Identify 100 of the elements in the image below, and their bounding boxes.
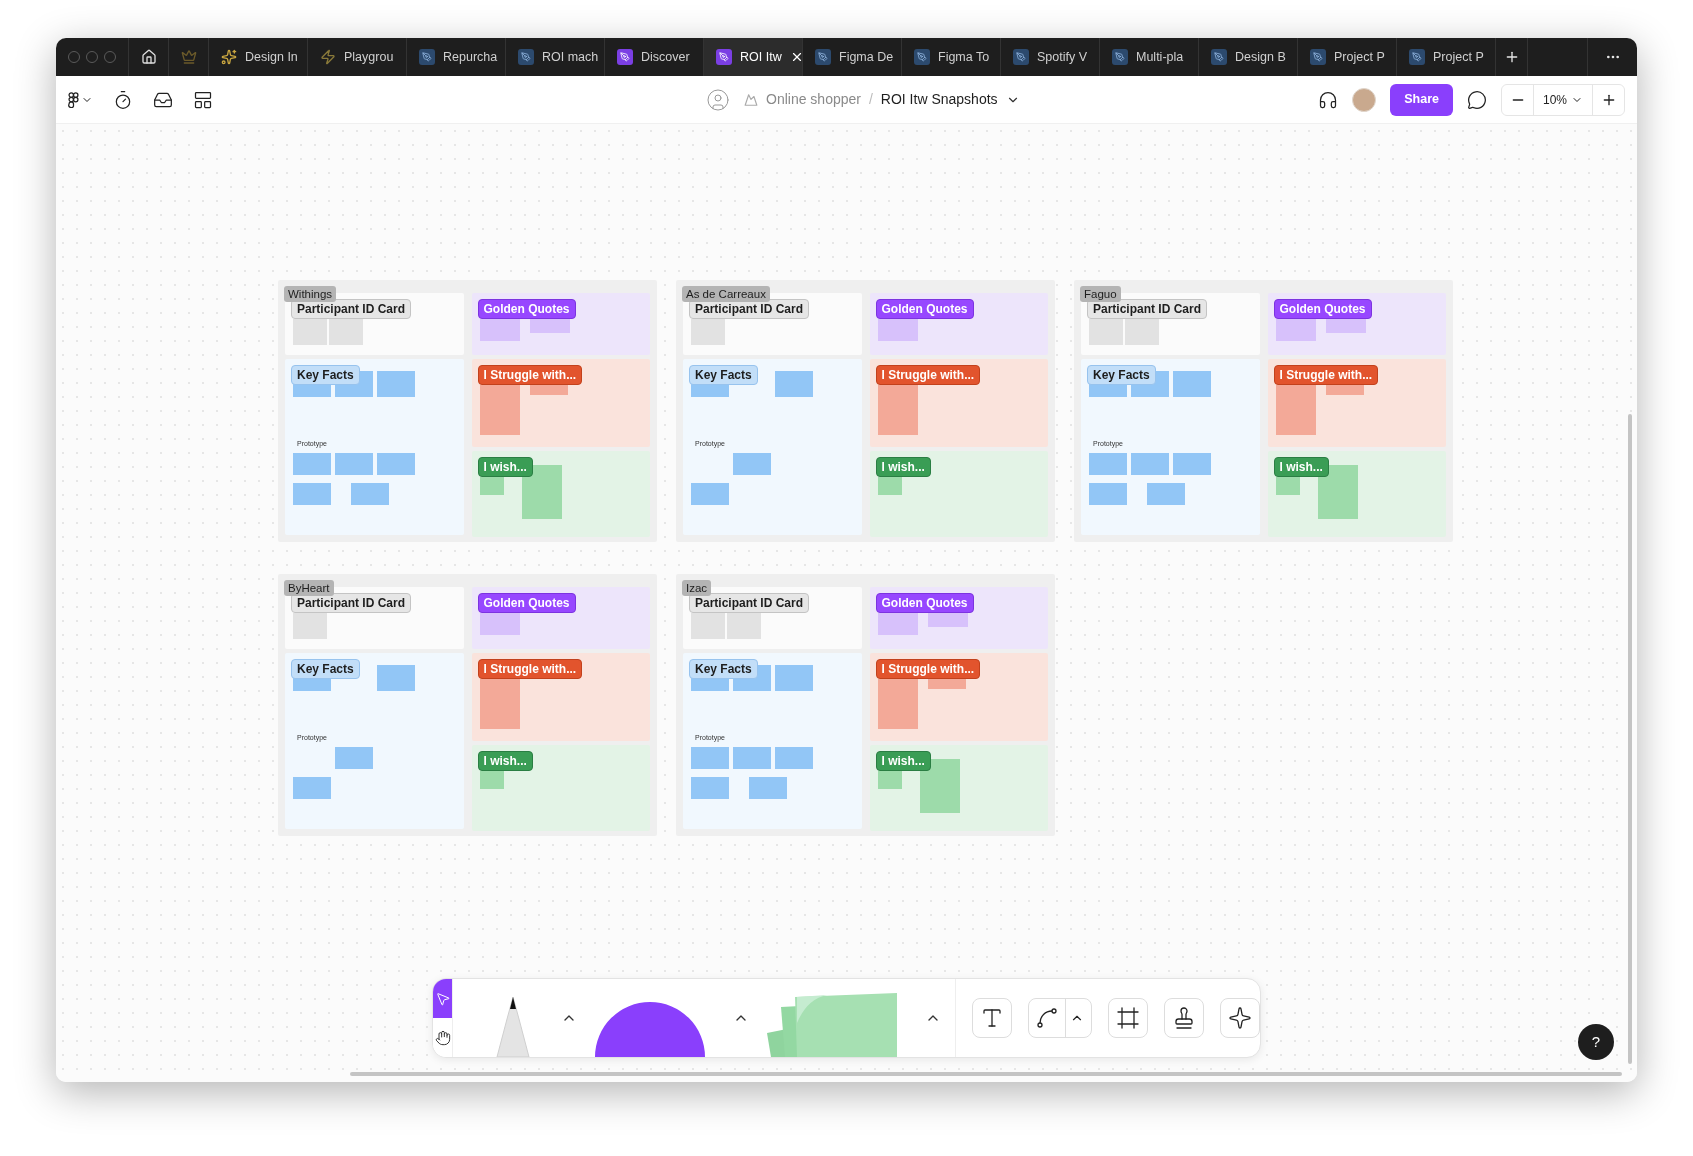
user-icon[interactable] — [706, 87, 730, 112]
sticky-note — [877, 679, 918, 729]
section-label: I wish... — [875, 751, 931, 771]
sticky-note — [691, 613, 725, 639]
section-label: Participant ID Card — [291, 593, 412, 613]
team-name[interactable]: Online shopper — [766, 89, 861, 110]
sticky-note — [293, 613, 327, 639]
section-label: I Struggle with... — [1273, 365, 1379, 385]
zoom-menu[interactable]: 10% — [1534, 84, 1592, 115]
sticky-note — [293, 483, 331, 505]
lightning-icon — [320, 49, 336, 65]
share-button[interactable]: Share — [1390, 83, 1453, 116]
sticky-note — [1147, 483, 1185, 505]
sticky-note — [377, 371, 415, 397]
horizontal-scrollbar[interactable] — [350, 1072, 1622, 1076]
section-label: I Struggle with... — [477, 659, 583, 679]
sticky-note — [329, 319, 363, 345]
sticky-note — [691, 777, 729, 799]
board-name-tag: Faguo — [1080, 286, 1121, 302]
section-label: Participant ID Card — [689, 593, 810, 613]
sticky-note — [1275, 477, 1300, 495]
sticky-note — [775, 747, 813, 769]
section-label: Participant ID Card — [291, 299, 412, 319]
section-label: Participant ID Card — [1087, 299, 1208, 319]
section-label: I wish... — [477, 751, 533, 771]
sticky-note — [691, 319, 725, 345]
sticky-note — [691, 483, 729, 505]
pointer-icon — [434, 990, 451, 1007]
zoom-level-text: 10% — [1543, 91, 1567, 109]
file-icon — [716, 49, 732, 65]
sticky-note — [377, 453, 415, 475]
sticky-note — [1089, 453, 1127, 475]
home-icon[interactable] — [140, 49, 157, 65]
sticky-note — [775, 371, 813, 397]
vertical-scrollbar[interactable] — [1628, 414, 1632, 1064]
file-icon — [1013, 49, 1029, 65]
section-label: I wish... — [1273, 457, 1329, 477]
sticky-note — [733, 747, 771, 769]
sticky-note — [293, 453, 331, 475]
board-name-tag: As de Carreaux — [682, 286, 770, 302]
sticky-note — [479, 319, 520, 341]
board-name-tag: Withings — [284, 286, 337, 302]
headphones-icon[interactable] — [1318, 89, 1339, 110]
crown-icon[interactable] — [180, 49, 197, 65]
sticky-note — [1131, 453, 1169, 475]
section-label: Key Facts — [291, 659, 360, 679]
section-label: Key Facts — [689, 659, 758, 679]
section-label: I Struggle with... — [875, 659, 981, 679]
sticky-note — [335, 453, 373, 475]
sticky-note — [479, 771, 504, 789]
sticky-note — [479, 679, 520, 729]
comment-icon[interactable] — [1467, 89, 1487, 110]
section-label: Golden Quotes — [477, 299, 576, 319]
select-tool[interactable] — [433, 979, 452, 1018]
sticky-note — [691, 747, 729, 769]
timer-icon[interactable] — [113, 89, 133, 110]
sticky-note — [877, 477, 902, 495]
widgets-tool[interactable] — [1220, 998, 1260, 1038]
hand-icon — [434, 1029, 451, 1046]
sticky-note — [1275, 385, 1316, 435]
sticky-note — [749, 777, 787, 799]
section-label: I wish... — [477, 457, 533, 477]
stamp-icon — [1172, 1006, 1196, 1030]
sticky-note — [293, 319, 327, 345]
help-button[interactable]: ? — [1578, 1024, 1614, 1060]
file-name[interactable]: ROI Itw Snapshots — [880, 89, 998, 110]
file-icon — [1310, 49, 1326, 65]
text-tool[interactable] — [972, 998, 1012, 1038]
connector-tool[interactable] — [1028, 998, 1092, 1038]
sticky-note — [877, 613, 918, 635]
hand-tool[interactable] — [433, 1018, 452, 1057]
sticky-note — [1125, 319, 1159, 345]
sticky-note — [335, 747, 373, 769]
board-name-tag: Izac — [682, 580, 712, 596]
section-label: I wish... — [875, 457, 931, 477]
sticky-note — [351, 483, 389, 505]
section-label: Golden Quotes — [477, 593, 576, 613]
section-label: Key Facts — [1087, 365, 1156, 385]
file-icon — [617, 49, 633, 65]
file-icon — [1211, 49, 1227, 65]
sticky-note — [1173, 453, 1211, 475]
sticky-note — [877, 385, 918, 435]
stamp-tool[interactable] — [1164, 998, 1204, 1038]
browser-tab[interactable]: ROI Itw — [704, 38, 803, 76]
logo-icon[interactable] — [68, 91, 79, 108]
mountain-icon — [744, 92, 758, 107]
text-icon — [980, 1006, 1004, 1030]
sticky-note — [377, 665, 415, 691]
sticky-note — [1275, 319, 1316, 341]
section-label: Key Facts — [291, 365, 360, 385]
layout-icon[interactable] — [193, 89, 213, 110]
section-label: Golden Quotes — [875, 299, 974, 319]
breadcrumb-separator: / — [868, 90, 873, 109]
connector-icon — [1035, 1006, 1059, 1030]
section-tool[interactable] — [1108, 998, 1148, 1038]
sticky-note — [877, 319, 918, 341]
section-label: Key Facts — [689, 365, 758, 385]
section-label: I Struggle with... — [875, 365, 981, 385]
board-name-tag: ByHeart — [284, 580, 334, 596]
sticky-note — [877, 771, 902, 789]
